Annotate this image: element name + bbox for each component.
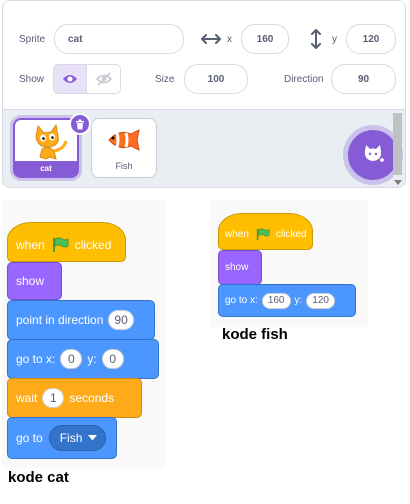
size-value: 100 bbox=[207, 73, 225, 85]
eye-slash-icon bbox=[95, 72, 112, 86]
delete-sprite-button[interactable] bbox=[69, 113, 91, 135]
green-flag-icon bbox=[52, 237, 69, 252]
direction-input[interactable]: 90 bbox=[331, 64, 396, 94]
sprite-info-panel: Sprite cat x 160 y 120 Show Size 100 Dir… bbox=[2, 0, 406, 188]
x-slot[interactable]: 160 bbox=[261, 292, 291, 309]
x-label: x bbox=[227, 34, 232, 45]
block-text: seconds bbox=[69, 391, 115, 405]
show-visible-button[interactable] bbox=[54, 65, 88, 93]
y-value: 120 bbox=[362, 33, 380, 45]
x-value: 160 bbox=[256, 33, 274, 45]
block-text: clicked bbox=[74, 238, 112, 252]
block-text: show bbox=[16, 274, 45, 288]
block-text: go to x: bbox=[225, 295, 258, 306]
block-text: go to bbox=[16, 431, 43, 445]
when-flag-clicked-block[interactable]: when clicked bbox=[7, 222, 126, 262]
block-text: wait bbox=[16, 391, 38, 405]
caption-cat: kode cat bbox=[8, 469, 69, 486]
sprite-tile-cat[interactable]: cat bbox=[13, 113, 91, 178]
sprite-tile-name: cat bbox=[15, 161, 77, 176]
caption-fish: kode fish bbox=[222, 326, 288, 343]
add-sprite-cat-icon bbox=[364, 145, 384, 162]
block-text: go to x: bbox=[16, 352, 56, 366]
wait-seconds-block[interactable]: wait 1 seconds bbox=[7, 378, 142, 418]
go-to-sprite-block[interactable]: go to Fish bbox=[7, 417, 117, 459]
sprite-label: Sprite bbox=[19, 34, 46, 45]
cat-sprite-icon bbox=[35, 123, 68, 160]
direction-slot[interactable]: 90 bbox=[108, 310, 134, 330]
x-slot[interactable]: 0 bbox=[60, 349, 83, 369]
size-input[interactable]: 100 bbox=[184, 64, 248, 94]
seconds-slot[interactable]: 1 bbox=[42, 388, 65, 408]
x-input[interactable]: 160 bbox=[241, 24, 289, 54]
dropdown-value: Fish bbox=[59, 431, 83, 445]
block-text: when bbox=[16, 238, 45, 252]
go-to-target-dropdown[interactable]: Fish bbox=[48, 425, 107, 451]
direction-label: Direction bbox=[284, 74, 324, 85]
show-toggle-group bbox=[53, 64, 121, 94]
sprite-properties: Sprite cat x 160 y 120 Show Size 100 Dir… bbox=[3, 1, 405, 109]
show-block[interactable]: show bbox=[7, 262, 62, 300]
block-text: when bbox=[225, 228, 249, 240]
block-text: y: bbox=[87, 352, 97, 366]
fish-sprite-icon bbox=[108, 129, 140, 151]
y-input[interactable]: 120 bbox=[346, 24, 396, 54]
x-arrows-icon bbox=[201, 34, 221, 44]
y-label: y bbox=[332, 34, 337, 45]
go-to-xy-block[interactable]: go to x: 160 y: 120 bbox=[218, 284, 356, 317]
show-hidden-button[interactable] bbox=[87, 65, 120, 93]
green-flag-icon bbox=[256, 227, 270, 240]
dropdown-arrow-icon bbox=[88, 435, 98, 441]
go-to-xy-block[interactable]: go to x: 0 y: 0 bbox=[7, 339, 159, 379]
when-flag-clicked-block[interactable]: when clicked bbox=[218, 213, 313, 250]
choose-sprite-button[interactable] bbox=[348, 130, 398, 180]
point-in-direction-block[interactable]: point in direction 90 bbox=[7, 300, 155, 340]
show-block[interactable]: show bbox=[218, 250, 262, 285]
block-text: clicked bbox=[275, 228, 307, 240]
show-label: Show bbox=[19, 74, 45, 85]
block-text: y: bbox=[294, 295, 303, 306]
y-slot[interactable]: 0 bbox=[101, 349, 124, 369]
sprite-tile-name: Fish bbox=[115, 161, 133, 171]
direction-value: 90 bbox=[357, 73, 370, 85]
block-text: show bbox=[225, 262, 249, 273]
eye-icon bbox=[63, 75, 77, 83]
scroll-thumb[interactable] bbox=[393, 113, 402, 175]
sprite-name-input[interactable]: cat bbox=[54, 24, 184, 54]
scroll-down-arrow-icon[interactable] bbox=[394, 180, 402, 186]
size-label: Size bbox=[155, 74, 175, 85]
y-slot[interactable]: 120 bbox=[306, 292, 335, 309]
trash-icon bbox=[76, 119, 84, 129]
sprite-list: cat Fish bbox=[3, 109, 405, 187]
sprite-name-value: cat bbox=[68, 33, 83, 45]
sprite-list-scrollbar[interactable] bbox=[393, 113, 402, 183]
y-arrows-icon bbox=[311, 29, 321, 49]
sprite-tile-fish[interactable]: Fish bbox=[91, 118, 157, 178]
block-text: point in direction bbox=[16, 313, 104, 327]
